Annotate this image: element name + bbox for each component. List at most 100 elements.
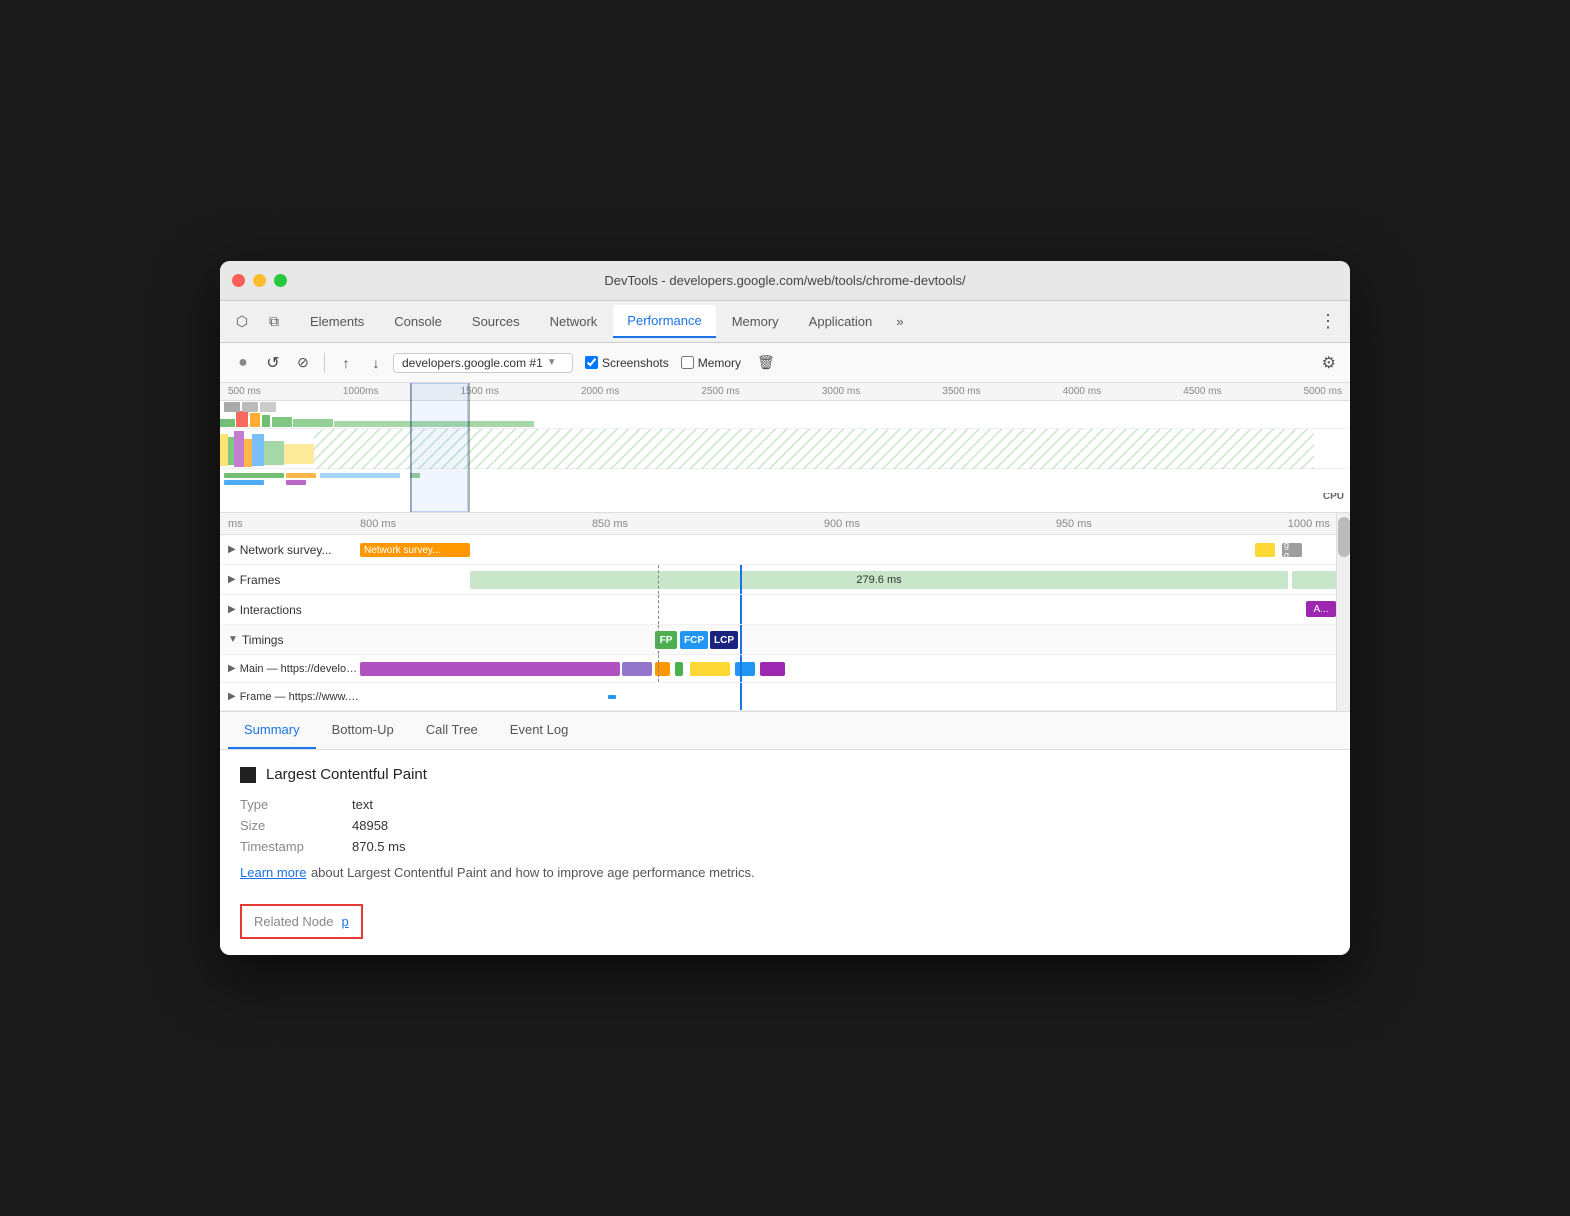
tab-elements[interactable]: Elements: [296, 306, 378, 337]
frame-marker: [608, 695, 616, 699]
main-bar-purple2: [622, 662, 652, 676]
tab-event-log[interactable]: Event Log: [494, 712, 585, 749]
interactions-row-content: A...: [360, 595, 1350, 624]
timestamp-label: Timestamp: [240, 839, 340, 854]
tab-sources[interactable]: Sources: [458, 306, 534, 337]
dashed-vline-timings: [658, 625, 659, 654]
lcp-badge: LCP: [710, 631, 738, 649]
frame-row-label[interactable]: ▶ Frame — https://www.youtube.com/embed/…: [220, 691, 360, 703]
blue-vline-timings: [740, 625, 742, 654]
main-arrow-icon: ▶: [228, 663, 236, 674]
url-select-text: developers.google.com #1: [402, 356, 543, 370]
type-label: Type: [240, 797, 340, 812]
timings-row-text: Timings: [242, 633, 284, 647]
frame-row-text: Frame — https://www.youtube.com/embed/G_…: [240, 691, 360, 703]
screenshot-thumb: [224, 402, 240, 412]
timings-row-label[interactable]: ▼ Timings: [220, 633, 360, 647]
fcp-badge: FCP: [680, 631, 708, 649]
dashed-vline-main: [658, 655, 659, 682]
timings-arrow-icon: ▼: [228, 634, 238, 645]
trash-icon[interactable]: 🗑: [753, 350, 779, 375]
tab-application[interactable]: Application: [795, 306, 887, 337]
related-node-label: Related Node: [254, 914, 334, 929]
type-value: text: [352, 797, 1330, 812]
tab-network[interactable]: Network: [536, 306, 612, 337]
close-button[interactable]: [232, 274, 245, 287]
upload-button[interactable]: ↑: [333, 350, 359, 376]
interactions-row-text: Interactions: [240, 603, 302, 617]
window-title: DevTools - developers.google.com/web/too…: [604, 273, 965, 288]
record-button[interactable]: ●: [230, 350, 256, 376]
frames-row-content: 279.6 ms: [360, 565, 1350, 594]
network-arrow-icon: ▶: [228, 544, 236, 555]
dashed-vline: [658, 565, 659, 594]
main-row-text: Main — https://developers.google.com/web…: [240, 663, 360, 675]
cursor-icon-btn[interactable]: ⬡: [228, 308, 256, 336]
related-node-row: Related Node p: [240, 904, 363, 939]
tab-performance[interactable]: Performance: [613, 305, 715, 338]
blue-vline-main: [740, 655, 742, 682]
tab-call-tree[interactable]: Call Tree: [410, 712, 494, 749]
traffic-lights: [232, 274, 287, 287]
screenshots-label: Screenshots: [602, 356, 669, 370]
main-row-label[interactable]: ▶ Main — https://developers.google.com/w…: [220, 663, 360, 675]
vertical-scrollbar[interactable]: [1336, 513, 1350, 711]
screenshots-checkbox[interactable]: [585, 356, 598, 369]
tab-console[interactable]: Console: [380, 306, 456, 337]
flame-chart-area: ms 800 ms 850 ms 900 ms 950 ms 1000 ms ▶…: [220, 513, 1350, 712]
devtools-menu-button[interactable]: ⋮: [1314, 308, 1342, 336]
network-row-content: Network survey... g g...: [360, 535, 1350, 564]
maximize-button[interactable]: [274, 274, 287, 287]
flame-row-main: ▶ Main — https://developers.google.com/w…: [220, 655, 1350, 683]
timestamp-value: 870.5 ms: [352, 839, 1330, 854]
related-node-value[interactable]: p: [342, 914, 349, 929]
tab-summary[interactable]: Summary: [228, 712, 316, 749]
memory-checkbox[interactable]: [681, 356, 694, 369]
timings-row-content: FP FCP LCP: [360, 625, 1350, 654]
frame-row-content: [360, 683, 1350, 710]
scrollbar-thumb[interactable]: [1338, 517, 1350, 557]
dashed-vline-interactions: [658, 595, 659, 624]
bottom-panel: Summary Bottom-Up Call Tree Event Log La…: [220, 712, 1350, 955]
lcp-color-box: [240, 767, 256, 783]
copy-icon-btn[interactable]: ⧉: [260, 308, 288, 336]
summary-title: Largest Contentful Paint: [266, 766, 427, 783]
interactions-row-label[interactable]: ▶ Interactions: [220, 603, 360, 617]
interaction-a-badge: A...: [1306, 601, 1336, 617]
size-value: 48958: [352, 818, 1330, 833]
memory-label: Memory: [698, 356, 741, 370]
interactions-arrow-icon: ▶: [228, 604, 236, 615]
main-bar-purple3: [760, 662, 785, 676]
flame-row-network: ▶ Network survey... Network survey... g …: [220, 535, 1350, 565]
frames-row-label[interactable]: ▶ Frames: [220, 573, 360, 587]
tab-bottom-up[interactable]: Bottom-Up: [316, 712, 410, 749]
performance-toolbar: ● ↺ ⊘ ↑ ↓ developers.google.com #1 ▼ Scr…: [220, 343, 1350, 383]
cpu-row: CPU: [220, 429, 1350, 469]
settings-icon[interactable]: ⚙: [1318, 349, 1340, 377]
clear-button[interactable]: ⊘: [290, 350, 316, 376]
cpu-chart: [220, 429, 1350, 469]
toolbar-separator-1: [324, 353, 325, 373]
description-text: about Largest Contentful Paint and how t…: [311, 865, 607, 880]
summary-fields: Type text Size 48958 Timestamp 870.5 ms: [240, 797, 1330, 854]
blue-vline-interactions: [740, 595, 742, 624]
memory-checkbox-label[interactable]: Memory: [681, 356, 741, 370]
download-button[interactable]: ↓: [363, 350, 389, 376]
summary-title-row: Largest Contentful Paint: [240, 766, 1330, 783]
related-node-container: Related Node p: [240, 894, 1330, 939]
description-text-2: age performance metrics.: [607, 865, 754, 880]
screenshots-checkbox-label[interactable]: Screenshots: [585, 356, 669, 370]
tab-more-button[interactable]: »: [888, 310, 911, 333]
reload-button[interactable]: ↺: [260, 350, 286, 376]
frames-bar-end: [1292, 571, 1336, 589]
minimize-button[interactable]: [253, 274, 266, 287]
main-bar-yellow: [690, 662, 730, 676]
network-row-label[interactable]: ▶ Network survey...: [220, 543, 360, 557]
frames-arrow-icon: ▶: [228, 574, 236, 585]
url-select[interactable]: developers.google.com #1 ▼: [393, 353, 573, 373]
timeline-overview[interactable]: 500 ms 1000ms 1500 ms 2000 ms 2500 ms 30…: [220, 383, 1350, 513]
network-survey-bar: Network survey...: [360, 543, 470, 557]
tab-memory[interactable]: Memory: [718, 306, 793, 337]
learn-more-link[interactable]: Learn more: [240, 865, 306, 880]
tab-list: Elements Console Sources Network Perform…: [296, 305, 1314, 338]
